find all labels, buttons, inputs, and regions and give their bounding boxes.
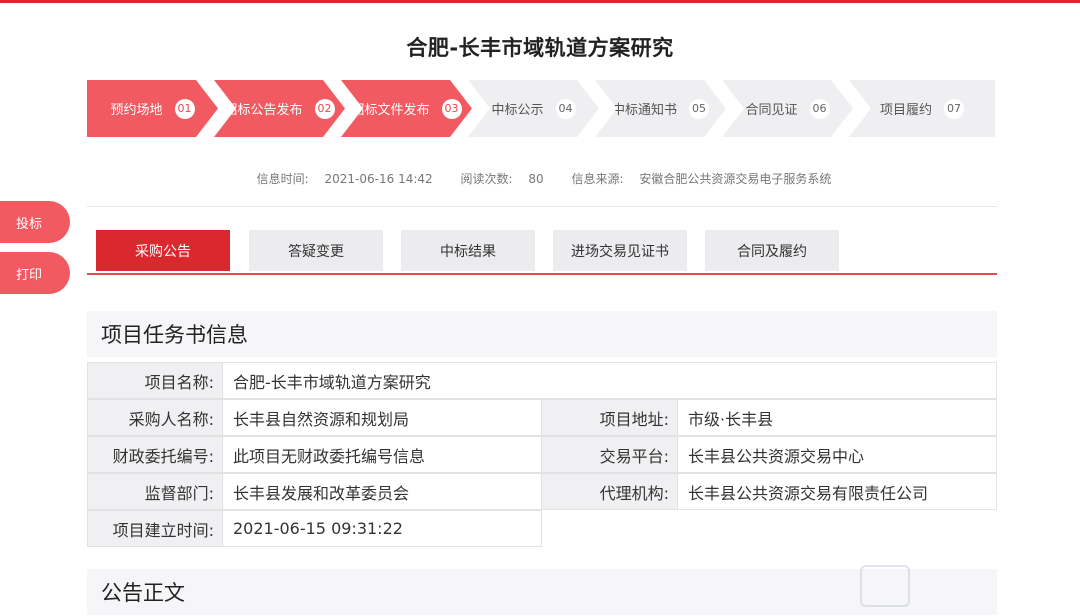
source-label: 信息来源: — [571, 172, 624, 186]
step-label: 中标通知书 — [611, 103, 677, 118]
tab-purchase-notice[interactable]: 采购公告 — [96, 230, 230, 271]
step-number: 01 — [175, 99, 195, 119]
page-title: 合肥-长丰市域轨道方案研究 — [406, 36, 674, 60]
purchaser-label: 采购人名称: — [87, 399, 223, 436]
tab-award-result[interactable]: 中标结果 — [401, 230, 535, 271]
step-number: 03 — [442, 99, 462, 119]
step-2: 招标公告发布 02 — [214, 80, 345, 137]
section-title-task: 项目任务书信息 — [87, 311, 997, 357]
finance-no-label: 财政委托编号: — [87, 436, 223, 473]
supervisor-label: 监督部门: — [87, 473, 223, 510]
step-label: 中标公示 — [491, 103, 544, 118]
platform-value: 长丰县公共资源交易中心 — [677, 436, 997, 473]
watermark — [860, 565, 1020, 607]
project-name-value: 合肥-长丰市域轨道方案研究 — [222, 362, 997, 399]
step-label: 预约场地 — [110, 103, 163, 118]
reads-label: 阅读次数: — [460, 172, 513, 186]
step-1: 预约场地 01 — [87, 80, 218, 137]
platform-label: 交易平台: — [541, 436, 678, 473]
step-3: 招标文件发布 03 — [341, 80, 472, 137]
tab-transaction-certificate[interactable]: 进场交易见证书 — [553, 230, 687, 271]
step-label: 项目履约 — [879, 103, 932, 118]
agency-value: 长丰县公共资源交易有限责任公司 — [677, 473, 997, 510]
finance-no-value: 此项目无财政委托编号信息 — [222, 436, 542, 473]
step-number: 06 — [810, 99, 830, 119]
address-label: 项目地址: — [541, 399, 678, 436]
time-value: 2021-06-16 14:42 — [324, 172, 433, 186]
created-time-value: 2021-06-15 09:31:22 — [222, 510, 542, 547]
print-button[interactable]: 打印 — [0, 252, 70, 294]
divider — [87, 206, 997, 207]
tab-contract-performance[interactable]: 合同及履约 — [705, 230, 839, 271]
step-6: 合同见证 06 — [722, 80, 853, 137]
supervisor-value: 长丰县发展和改革委员会 — [222, 473, 542, 510]
created-time-label: 项目建立时间: — [87, 510, 223, 547]
agency-label: 代理机构: — [541, 473, 678, 510]
step-number: 04 — [556, 99, 576, 119]
source-value: 安徽合肥公共资源交易电子服务系统 — [639, 172, 832, 186]
step-5: 中标通知书 05 — [595, 80, 726, 137]
step-number: 02 — [315, 99, 335, 119]
step-label: 招标公告发布 — [224, 103, 303, 118]
step-label: 合同见证 — [745, 103, 798, 118]
step-7: 项目履约 07 — [849, 80, 995, 137]
time-label: 信息时间: — [256, 172, 309, 186]
tab-qa-changes[interactable]: 答疑变更 — [249, 230, 383, 271]
step-number: 07 — [944, 98, 964, 119]
top-accent-line — [0, 0, 1080, 3]
step-4: 中标公示 04 — [468, 80, 599, 137]
reads-value: 80 — [528, 172, 544, 186]
bid-button[interactable]: 投标 — [0, 201, 70, 243]
tab-bar: 采购公告 答疑变更 中标结果 进场交易见证书 合同及履约 — [87, 230, 997, 275]
watermark-logo-icon — [860, 565, 910, 607]
progress-steps: 预约场地 01 招标公告发布 02 招标文件发布 03 中标公示 04 中标通知… — [87, 80, 995, 137]
purchaser-value: 长丰县自然资源和规划局 — [222, 399, 542, 436]
step-number: 05 — [689, 99, 709, 119]
project-info-table: 项目名称: 合肥-长丰市域轨道方案研究 采购人名称: 长丰县自然资源和规划局 项… — [87, 362, 997, 550]
info-meta: 信息时间: 2021-06-16 14:42 阅读次数: 80 信息来源: 安徽… — [0, 170, 1080, 187]
address-value: 市级·长丰县 — [677, 399, 997, 436]
project-name-label: 项目名称: — [87, 362, 223, 399]
step-label: 招标文件发布 — [351, 103, 430, 118]
